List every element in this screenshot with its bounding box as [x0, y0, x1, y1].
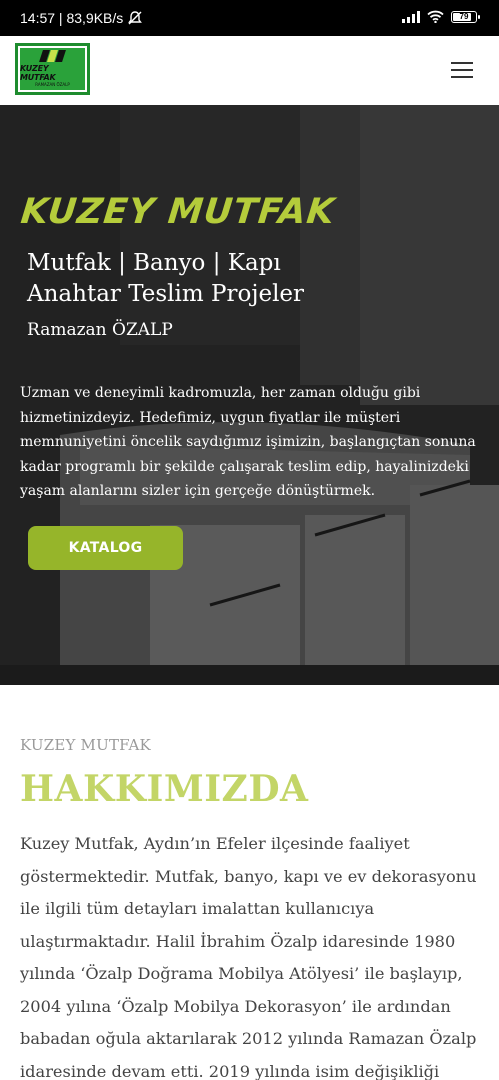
battery-level: 79	[459, 11, 469, 21]
status-time: 14:57 | 83,9KB/s	[20, 10, 124, 26]
hero-brand: KUZEY MUTFAK	[18, 192, 337, 232]
status-bar: 14:57 | 83,9KB/s 79	[0, 0, 499, 36]
hero-headline: Mutfak | Banyo | Kapı Anahtar Teslim Pro…	[27, 248, 467, 310]
wifi-icon	[427, 10, 444, 23]
hero-headline-line1: Mutfak | Banyo | Kapı	[27, 250, 281, 276]
logo-title: KUZEY MUTFAK	[20, 63, 56, 82]
site-logo[interactable]: KUZEY MUTFAK RAMAZAN ÖZALP	[15, 43, 90, 95]
hero-section: KUZEY MUTFAK Mutfak | Banyo | Kapı Anaht…	[0, 105, 499, 685]
logo-badge: KUZEY MUTFAK RAMAZAN ÖZALP	[18, 46, 87, 92]
hero-description: Uzman ve deneyimli kadromuzla, her zaman…	[20, 385, 476, 499]
hero-headline-line2: Anahtar Teslim Projeler	[27, 281, 305, 307]
logo-mark-icon	[39, 49, 66, 62]
site-header: KUZEY MUTFAK RAMAZAN ÖZALP	[0, 36, 499, 105]
about-text: Kuzey Mutfak, Aydın’ın Efeler ilçesinde …	[20, 834, 477, 1080]
about-title: HAKKIMIZDA	[20, 768, 309, 810]
hero-owner-name: Ramazan ÖZALP	[27, 320, 173, 340]
katalog-button[interactable]: KATALOG	[28, 526, 183, 570]
battery-icon: 79	[451, 10, 480, 23]
signal-icon	[402, 10, 420, 23]
about-eyebrow: KUZEY MUTFAK	[20, 736, 151, 754]
logo-subtitle: RAMAZAN ÖZALP	[35, 81, 70, 87]
menu-icon[interactable]	[451, 62, 473, 78]
mute-icon	[128, 11, 143, 25]
